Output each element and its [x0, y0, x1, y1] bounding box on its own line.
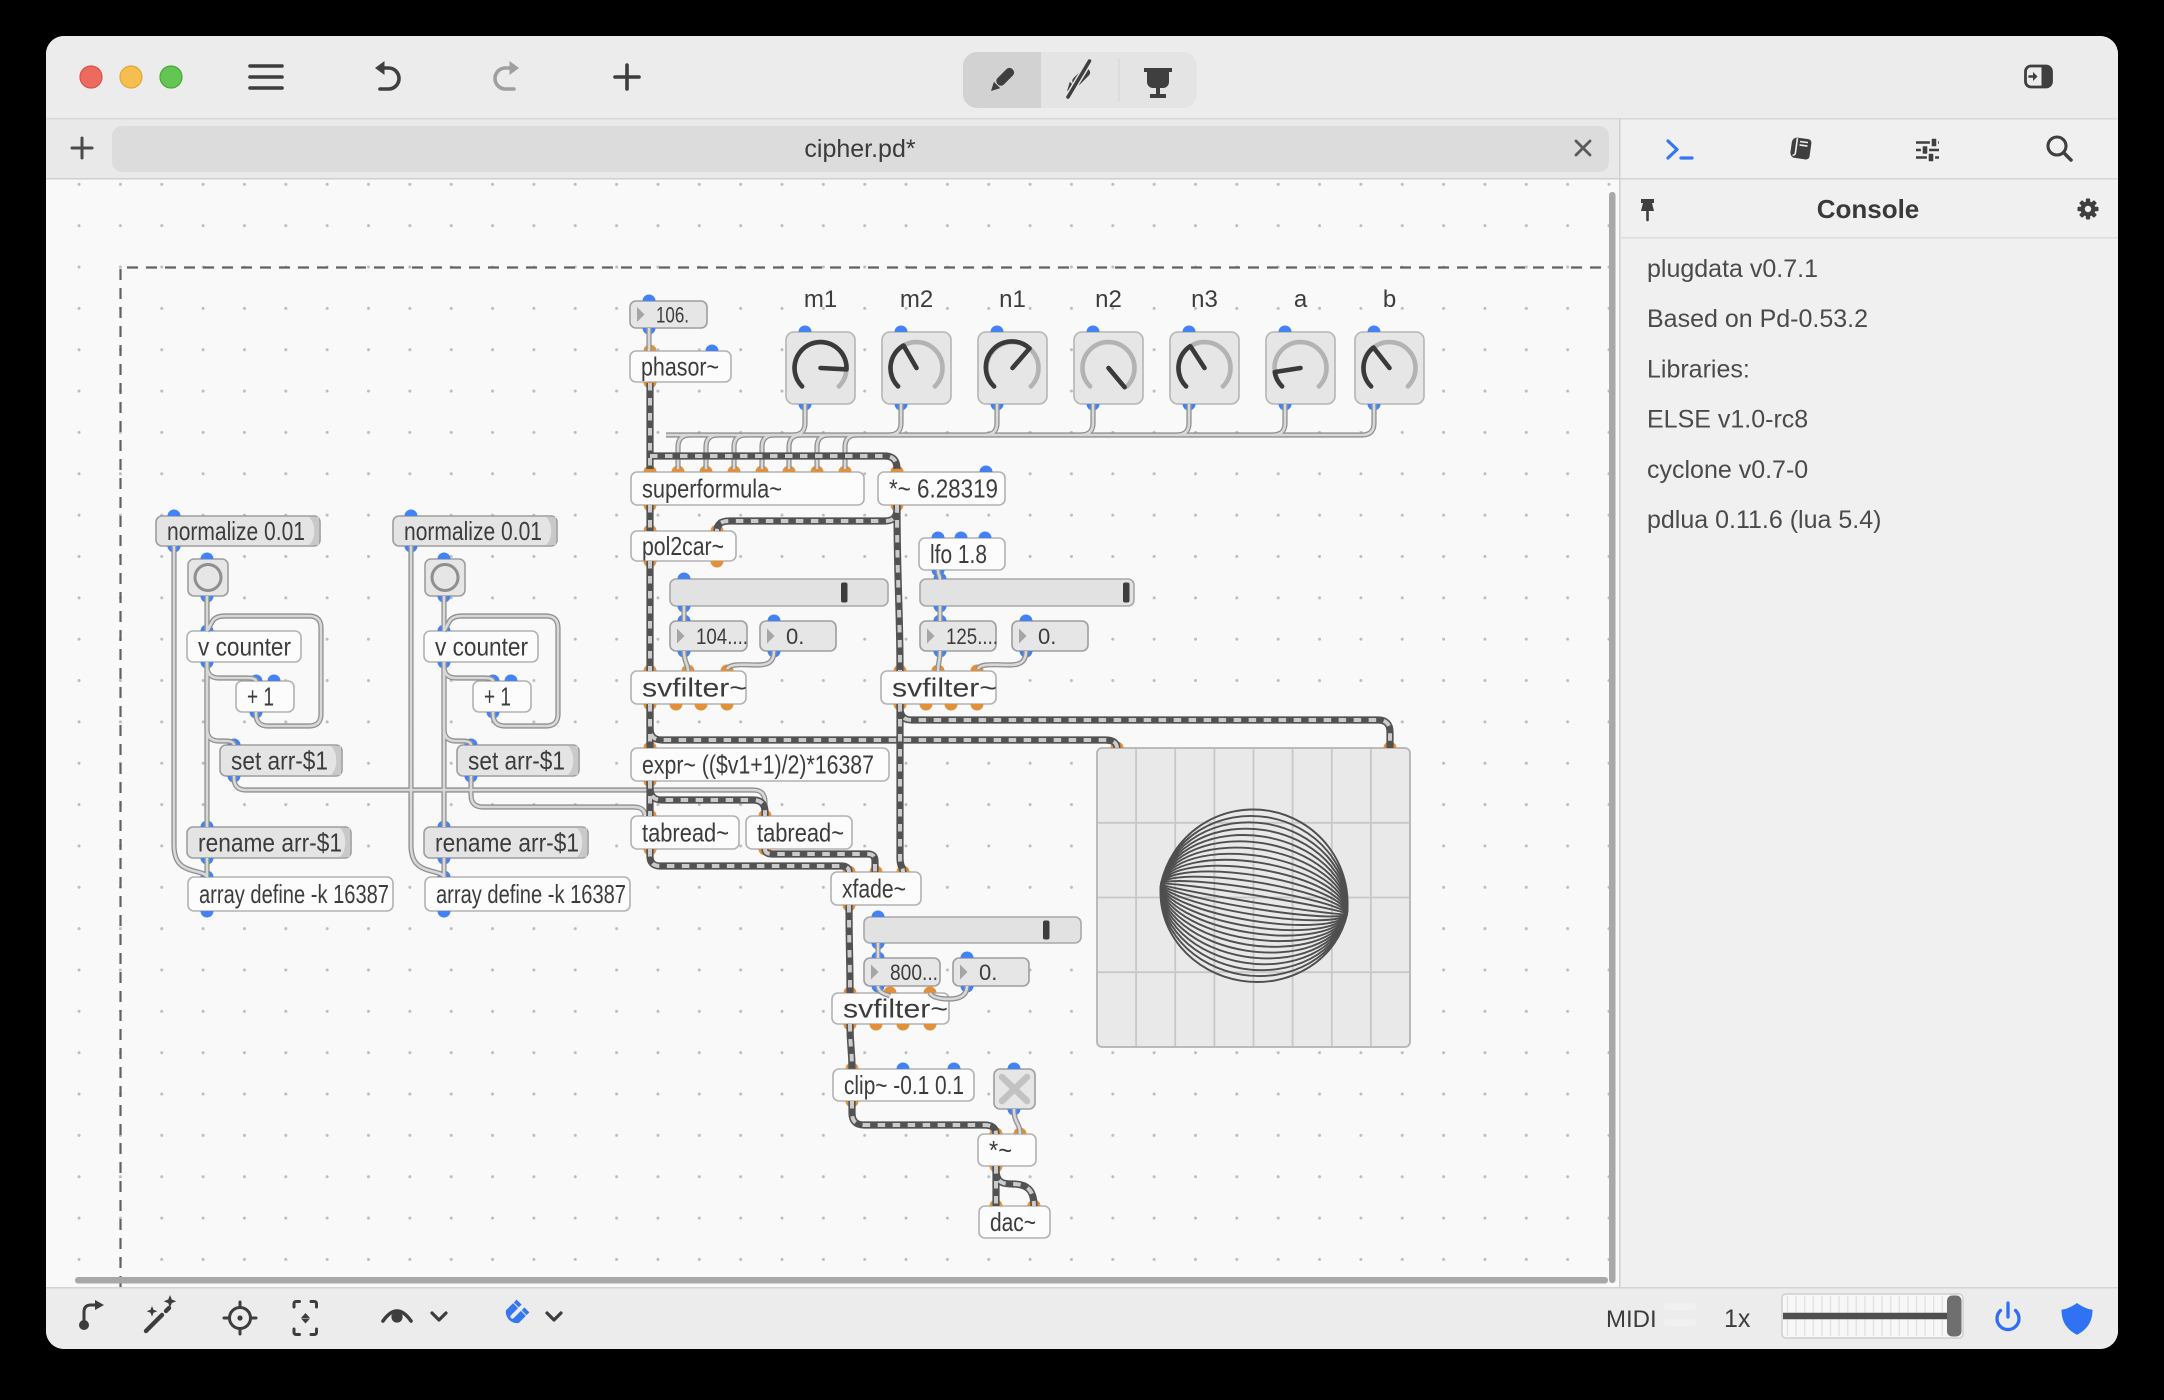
svg-text:b: b	[1383, 286, 1396, 313]
svg-text:cipher.pd*: cipher.pd*	[804, 135, 915, 163]
svg-text:xfade~: xfade~	[842, 874, 906, 904]
svg-text:set arr-$1: set arr-$1	[231, 746, 328, 776]
svg-text:svfilter~: svfilter~	[642, 673, 747, 703]
svg-text:a: a	[1294, 286, 1308, 313]
svg-text:rename arr-$1: rename arr-$1	[198, 828, 342, 858]
svg-text:0.: 0.	[786, 624, 804, 649]
svg-text:ELSE v1.0-rc8: ELSE v1.0-rc8	[1647, 406, 1808, 434]
svg-text:m2: m2	[900, 286, 933, 313]
svg-text:+ 1: + 1	[247, 682, 274, 712]
svg-text:n2: n2	[1095, 286, 1122, 313]
svg-text:phasor~: phasor~	[641, 352, 719, 382]
svg-text:lfo 1.8: lfo 1.8	[930, 539, 987, 569]
svg-text:superformula~: superformula~	[642, 474, 782, 504]
svg-text:104....: 104....	[696, 624, 748, 649]
svg-text:normalize 0.01: normalize 0.01	[167, 516, 305, 546]
svg-text:v counter: v counter	[435, 632, 528, 662]
svg-text:array define -k 16387: array define -k 16387	[199, 879, 389, 909]
svg-text:pdlua 0.11.6 (lua 5.4): pdlua 0.11.6 (lua 5.4)	[1647, 506, 1881, 534]
svg-text:n1: n1	[999, 286, 1026, 313]
svg-text:*~ 6.28319: *~ 6.28319	[889, 474, 998, 504]
svg-text:n3: n3	[1191, 286, 1218, 313]
svg-text:800...: 800...	[890, 960, 938, 985]
svg-text:+ 1: + 1	[484, 682, 511, 712]
svg-text:0.: 0.	[1038, 624, 1056, 649]
svg-text:Based on Pd-0.53.2: Based on Pd-0.53.2	[1647, 305, 1868, 333]
svg-text:Console: Console	[1817, 194, 1920, 224]
svg-text:plugdata v0.7.1: plugdata v0.7.1	[1647, 255, 1818, 283]
svg-text:set arr-$1: set arr-$1	[468, 746, 565, 776]
svg-text:MIDI: MIDI	[1606, 1306, 1657, 1333]
svg-text:cyclone v0.7-0: cyclone v0.7-0	[1647, 456, 1808, 484]
svg-text:pol2car~: pol2car~	[642, 531, 724, 561]
svg-text:svfilter~: svfilter~	[892, 673, 997, 703]
svg-text:*~: *~	[989, 1135, 1012, 1165]
svg-text:normalize 0.01: normalize 0.01	[404, 516, 542, 546]
svg-text:m1: m1	[804, 286, 837, 313]
svg-text:expr~ (($v1+1)/2)*16387: expr~ (($v1+1)/2)*16387	[642, 750, 874, 780]
svg-text:array define -k 16387: array define -k 16387	[436, 879, 626, 909]
svg-text:tabread~: tabread~	[757, 818, 844, 848]
svg-text:rename arr-$1: rename arr-$1	[435, 828, 579, 858]
svg-text:v counter: v counter	[198, 632, 291, 662]
svg-text:125....: 125....	[946, 624, 998, 649]
svg-text:Libraries:: Libraries:	[1647, 355, 1750, 383]
svg-text:clip~ -0.1 0.1: clip~ -0.1 0.1	[844, 1070, 964, 1100]
svg-text:1x: 1x	[1724, 1305, 1751, 1333]
svg-text:106.: 106.	[656, 303, 689, 328]
svg-text:tabread~: tabread~	[642, 818, 729, 848]
svg-text:dac~: dac~	[990, 1207, 1036, 1237]
svg-text:0.: 0.	[979, 960, 997, 985]
